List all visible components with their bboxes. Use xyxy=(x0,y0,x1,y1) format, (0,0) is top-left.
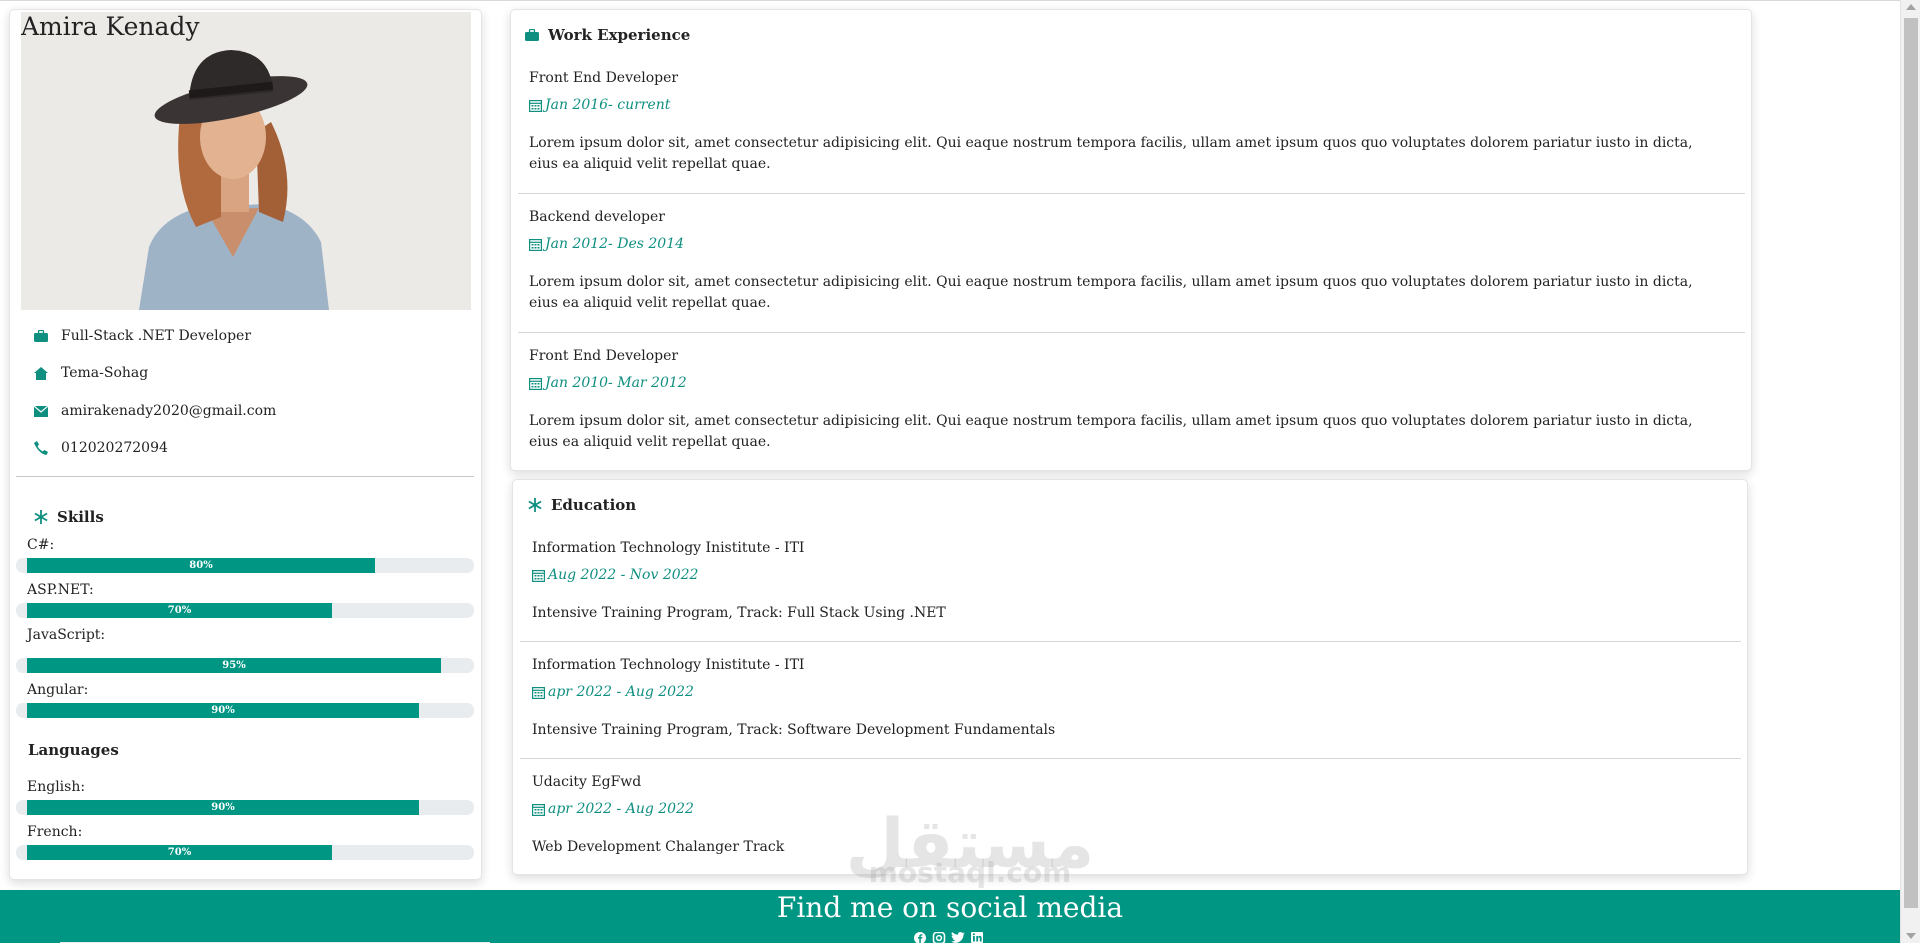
skill-bar-angular: 90% xyxy=(16,703,474,718)
asterisk-icon xyxy=(34,510,48,524)
skill-label-aspnet: ASP.NET: xyxy=(27,582,94,598)
lang-fill-english: 90% xyxy=(27,800,419,815)
work-entry-description: Lorem ipsum dolor sit, amet consectetur … xyxy=(529,413,1693,450)
skill-label-angular: Angular: xyxy=(27,682,89,698)
work-entry-date: Jan 2016- current xyxy=(529,97,670,113)
briefcase-icon xyxy=(34,329,48,343)
skills-title: Skills xyxy=(57,508,104,526)
work-entry-date: Jan 2012- Des 2014 xyxy=(529,236,684,252)
lang-label-french: French: xyxy=(27,824,83,840)
education-separator xyxy=(520,641,1741,642)
asterisk-icon xyxy=(528,498,542,512)
footer: Find me on social media xyxy=(0,890,1900,943)
contact-email[interactable]: amirakenady2020@gmail.com xyxy=(34,400,474,422)
lang-label-english: English: xyxy=(27,779,86,795)
location-text: Tema-Sohag xyxy=(61,365,149,381)
twitter-icon[interactable] xyxy=(951,932,967,943)
skill-label-javascript: JavaScript: xyxy=(27,627,106,643)
work-heading: Work Experience xyxy=(525,26,690,44)
lang-bar-french: 70% xyxy=(16,845,474,860)
education-entry-title: Information Technology Inistitute - ITI xyxy=(532,657,805,673)
contact-job: Full-Stack .NET Developer xyxy=(34,325,474,347)
footer-title: Find me on social media xyxy=(776,891,1124,924)
contact-phone[interactable]: 012020272094 xyxy=(34,437,474,459)
portrait-image xyxy=(21,12,471,310)
work-separator xyxy=(518,332,1745,333)
watermark-text: mostaql.com xyxy=(868,856,1072,889)
skill-bar-javascript: 95% xyxy=(16,658,474,673)
skill-fill-javascript: 95% xyxy=(27,658,441,673)
linkedin-icon[interactable] xyxy=(970,932,986,943)
skill-fill-aspnet: 70% xyxy=(27,603,332,618)
calendar-icon xyxy=(529,238,542,251)
education-title: Education xyxy=(551,496,637,514)
education-entry-date: apr 2022 - Aug 2022 xyxy=(532,801,694,817)
top-border xyxy=(0,0,1900,1)
profile-divider xyxy=(16,476,474,477)
education-separator xyxy=(520,758,1741,759)
education-card: Education Information Technology Inistit… xyxy=(512,479,1748,875)
lang-bar-english: 90% xyxy=(16,800,474,815)
calendar-icon xyxy=(532,569,545,582)
skill-bar-csharp: 80% xyxy=(16,558,474,573)
work-separator xyxy=(518,193,1745,194)
contact-location: Tema-Sohag xyxy=(34,362,474,384)
scrollbar-thumb[interactable] xyxy=(1904,18,1918,908)
languages-heading: Languages xyxy=(28,741,119,759)
profile-card: Amira Kenady Full-Stack .NET Developer T… xyxy=(9,9,482,880)
work-entry-title: Front End Developer xyxy=(529,70,679,86)
lang-fill-french: 70% xyxy=(27,845,332,860)
education-entry-date: apr 2022 - Aug 2022 xyxy=(532,684,694,700)
calendar-icon xyxy=(532,686,545,699)
education-entry-description: Intensive Training Program, Track: Full … xyxy=(532,605,946,621)
skill-fill-csharp: 80% xyxy=(27,558,375,573)
work-title: Work Experience xyxy=(548,26,691,44)
scroll-up-icon[interactable] xyxy=(1906,4,1916,10)
calendar-icon xyxy=(529,377,542,390)
calendar-icon xyxy=(529,99,542,112)
education-entry-description: Web Development Chalanger Track xyxy=(532,839,785,855)
work-entry-date: Jan 2010- Mar 2012 xyxy=(529,375,687,391)
calendar-icon xyxy=(532,803,545,816)
work-entry-title: Front End Developer xyxy=(529,348,679,364)
scroll-down-icon[interactable] xyxy=(1906,933,1916,939)
skill-label-csharp: C#: xyxy=(27,537,55,553)
home-icon xyxy=(34,366,48,380)
profile-name: Amira Kenady xyxy=(21,12,200,41)
education-entry-title: Information Technology Inistitute - ITI xyxy=(532,540,805,556)
education-entry-description: Intensive Training Program, Track: Softw… xyxy=(532,722,1056,738)
work-entry-description: Lorem ipsum dolor sit, amet consectetur … xyxy=(529,274,1693,311)
work-entry-title: Backend developer xyxy=(529,209,665,225)
briefcase-icon xyxy=(525,29,539,41)
education-entry-title: Udacity EgFwd xyxy=(532,774,642,790)
page-scrollbar[interactable] xyxy=(1900,0,1920,943)
work-experience-card: Work Experience Front End Developer Jan … xyxy=(510,9,1752,471)
skills-heading: Skills xyxy=(34,508,104,526)
skill-fill-angular: 90% xyxy=(27,703,419,718)
phone-text[interactable]: 012020272094 xyxy=(61,440,168,456)
profile-photo: Amira Kenady xyxy=(21,12,471,310)
phone-icon xyxy=(34,441,48,455)
social-links xyxy=(913,932,986,943)
instagram-icon[interactable] xyxy=(932,932,948,943)
education-heading: Education xyxy=(528,496,636,514)
email-text[interactable]: amirakenady2020@gmail.com xyxy=(61,403,276,419)
envelope-icon xyxy=(34,404,48,418)
education-entry-date: Aug 2022 - Nov 2022 xyxy=(532,567,698,583)
facebook-icon[interactable] xyxy=(913,932,929,943)
job-title-text: Full-Stack .NET Developer xyxy=(61,328,252,344)
work-entry-description: Lorem ipsum dolor sit, amet consectetur … xyxy=(529,135,1693,172)
skill-bar-aspnet: 70% xyxy=(16,603,474,618)
